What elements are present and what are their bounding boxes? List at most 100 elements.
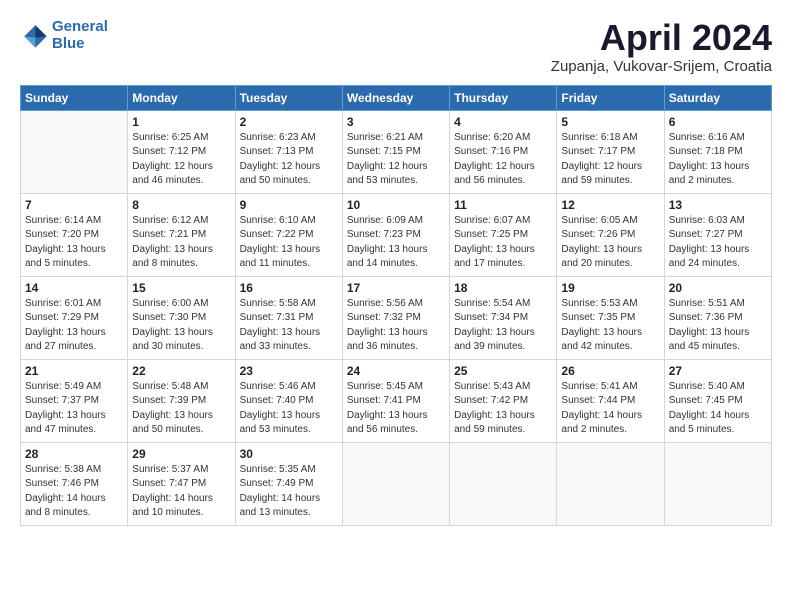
day-number: 30	[240, 447, 338, 461]
day-info: Sunrise: 6:16 AMSunset: 7:18 PMDaylight:…	[669, 131, 767, 189]
day-info: Sunrise: 5:37 AMSunset: 7:47 PMDaylight:…	[132, 463, 230, 521]
day-info: Sunrise: 6:18 AMSunset: 7:17 PMDaylight:…	[561, 131, 659, 189]
calendar-cell: 10 Sunrise: 6:09 AMSunset: 7:23 PMDayligh…	[342, 193, 449, 276]
calendar-cell: 28Sunrise: 5:38 AMSunset: 7:46 PMDayligh…	[21, 442, 128, 525]
logo-line1: General	[52, 18, 108, 35]
day-number: 23	[240, 364, 338, 378]
day-info: Sunrise: 5:35 AMSunset: 7:49 PMDaylight:…	[240, 463, 338, 521]
day-info: Sunrise: 5:46 AMSunset: 7:40 PMDaylight:…	[240, 380, 338, 438]
day-number: 20	[669, 281, 767, 295]
day-info: Sunrise: 6:09 AMSunset: 7:23 PMDaylight:…	[347, 214, 445, 272]
calendar-cell: 26 Sunrise: 5:41 AMSunset: 7:44 PMDayligh…	[557, 359, 664, 442]
day-number: 9	[240, 198, 338, 212]
day-number: 1	[132, 115, 230, 129]
day-info: Sunrise: 6:01 AMSunset: 7:29 PMDaylight:…	[25, 297, 123, 355]
day-number: 10	[347, 198, 445, 212]
day-number: 12	[561, 198, 659, 212]
day-info: Sunrise: 6:23 AMSunset: 7:13 PMDaylight:…	[240, 131, 338, 189]
day-info: Sunrise: 5:43 AMSunset: 7:42 PMDaylight:…	[454, 380, 552, 438]
weekday-header-thursday: Thursday	[450, 85, 557, 110]
day-info: Sunrise: 6:00 AMSunset: 7:30 PMDaylight:…	[132, 297, 230, 355]
calendar-cell: 15 Sunrise: 6:00 AMSunset: 7:30 PMDayligh…	[128, 276, 235, 359]
day-number: 17	[347, 281, 445, 295]
day-number: 7	[25, 198, 123, 212]
calendar-header: SundayMondayTuesdayWednesdayThursdayFrid…	[21, 85, 772, 110]
day-info: Sunrise: 6:21 AMSunset: 7:15 PMDaylight:…	[347, 131, 445, 189]
calendar-cell	[342, 442, 449, 525]
location-subtitle: Zupanja, Vukovar-Srijem, Croatia	[551, 58, 772, 75]
day-info: Sunrise: 5:49 AMSunset: 7:37 PMDaylight:…	[25, 380, 123, 438]
day-number: 8	[132, 198, 230, 212]
day-info: Sunrise: 6:03 AMSunset: 7:27 PMDaylight:…	[669, 214, 767, 272]
day-number: 5	[561, 115, 659, 129]
day-info: Sunrise: 5:41 AMSunset: 7:44 PMDaylight:…	[561, 380, 659, 438]
day-number: 4	[454, 115, 552, 129]
calendar-cell: 25 Sunrise: 5:43 AMSunset: 7:42 PMDayligh…	[450, 359, 557, 442]
day-number: 19	[561, 281, 659, 295]
day-number: 28	[25, 447, 123, 461]
day-info: Sunrise: 6:25 AMSunset: 7:12 PMDaylight:…	[132, 131, 230, 189]
calendar-cell: 27 Sunrise: 5:40 AMSunset: 7:45 PMDayligh…	[664, 359, 771, 442]
calendar-cell: 30 Sunrise: 5:35 AMSunset: 7:49 PMDayligh…	[235, 442, 342, 525]
calendar-cell	[557, 442, 664, 525]
calendar-week-2: 7 Sunrise: 6:14 AMSunset: 7:20 PMDaylight…	[21, 193, 772, 276]
day-info: Sunrise: 5:56 AMSunset: 7:32 PMDaylight:…	[347, 297, 445, 355]
day-info: Sunrise: 6:14 AMSunset: 7:20 PMDaylight:…	[25, 214, 123, 272]
day-info: Sunrise: 5:58 AMSunset: 7:31 PMDaylight:…	[240, 297, 338, 355]
day-info: Sunrise: 5:48 AMSunset: 7:39 PMDaylight:…	[132, 380, 230, 438]
calendar-table: SundayMondayTuesdayWednesdayThursdayFrid…	[20, 85, 772, 526]
month-title: April 2024	[551, 18, 772, 58]
calendar-cell	[21, 110, 128, 193]
weekday-header-wednesday: Wednesday	[342, 85, 449, 110]
day-number: 6	[669, 115, 767, 129]
weekday-header-sunday: Sunday	[21, 85, 128, 110]
calendar-cell: 5 Sunrise: 6:18 AMSunset: 7:17 PMDaylight…	[557, 110, 664, 193]
calendar-cell: 2 Sunrise: 6:23 AMSunset: 7:13 PMDaylight…	[235, 110, 342, 193]
day-number: 16	[240, 281, 338, 295]
weekday-header-friday: Friday	[557, 85, 664, 110]
calendar-cell: 19 Sunrise: 5:53 AMSunset: 7:35 PMDayligh…	[557, 276, 664, 359]
day-number: 13	[669, 198, 767, 212]
header-row: General Blue April 2024 Zupanja, Vukovar…	[20, 18, 772, 75]
day-info: Sunrise: 6:10 AMSunset: 7:22 PMDaylight:…	[240, 214, 338, 272]
calendar-cell: 13 Sunrise: 6:03 AMSunset: 7:27 PMDayligh…	[664, 193, 771, 276]
day-number: 2	[240, 115, 338, 129]
day-number: 26	[561, 364, 659, 378]
day-number: 25	[454, 364, 552, 378]
main-container: General Blue April 2024 Zupanja, Vukovar…	[0, 0, 792, 536]
calendar-cell: 1 Sunrise: 6:25 AMSunset: 7:12 PMDaylight…	[128, 110, 235, 193]
calendar-cell: 8 Sunrise: 6:12 AMSunset: 7:21 PMDaylight…	[128, 193, 235, 276]
calendar-cell: 29 Sunrise: 5:37 AMSunset: 7:47 PMDayligh…	[128, 442, 235, 525]
day-number: 29	[132, 447, 230, 461]
day-info: Sunrise: 6:20 AMSunset: 7:16 PMDaylight:…	[454, 131, 552, 189]
day-number: 3	[347, 115, 445, 129]
calendar-cell: 18Sunrise: 5:54 AMSunset: 7:34 PMDayligh…	[450, 276, 557, 359]
logo-text: General Blue	[52, 18, 108, 53]
calendar-week-5: 28Sunrise: 5:38 AMSunset: 7:46 PMDayligh…	[21, 442, 772, 525]
day-info: Sunrise: 5:40 AMSunset: 7:45 PMDaylight:…	[669, 380, 767, 438]
calendar-cell: 22 Sunrise: 5:48 AMSunset: 7:39 PMDayligh…	[128, 359, 235, 442]
calendar-cell	[664, 442, 771, 525]
calendar-cell: 4 Sunrise: 6:20 AMSunset: 7:16 PMDaylight…	[450, 110, 557, 193]
calendar-week-4: 21 Sunrise: 5:49 AMSunset: 7:37 PMDayligh…	[21, 359, 772, 442]
calendar-cell	[450, 442, 557, 525]
day-info: Sunrise: 6:12 AMSunset: 7:21 PMDaylight:…	[132, 214, 230, 272]
logo-icon	[20, 21, 48, 49]
day-number: 22	[132, 364, 230, 378]
calendar-cell: 21 Sunrise: 5:49 AMSunset: 7:37 PMDayligh…	[21, 359, 128, 442]
day-info: Sunrise: 5:54 AMSunset: 7:34 PMDaylight:…	[454, 297, 552, 355]
calendar-cell: 9 Sunrise: 6:10 AMSunset: 7:22 PMDaylight…	[235, 193, 342, 276]
calendar-week-1: 1 Sunrise: 6:25 AMSunset: 7:12 PMDaylight…	[21, 110, 772, 193]
day-number: 14	[25, 281, 123, 295]
weekday-header-row: SundayMondayTuesdayWednesdayThursdayFrid…	[21, 85, 772, 110]
day-info: Sunrise: 5:53 AMSunset: 7:35 PMDaylight:…	[561, 297, 659, 355]
day-number: 15	[132, 281, 230, 295]
day-number: 27	[669, 364, 767, 378]
calendar-cell: 23 Sunrise: 5:46 AMSunset: 7:40 PMDayligh…	[235, 359, 342, 442]
title-block: April 2024 Zupanja, Vukovar-Srijem, Croa…	[551, 18, 772, 75]
calendar-cell: 7 Sunrise: 6:14 AMSunset: 7:20 PMDaylight…	[21, 193, 128, 276]
day-info: Sunrise: 5:51 AMSunset: 7:36 PMDaylight:…	[669, 297, 767, 355]
day-info: Sunrise: 5:45 AMSunset: 7:41 PMDaylight:…	[347, 380, 445, 438]
day-number: 21	[25, 364, 123, 378]
logo: General Blue	[20, 18, 108, 53]
